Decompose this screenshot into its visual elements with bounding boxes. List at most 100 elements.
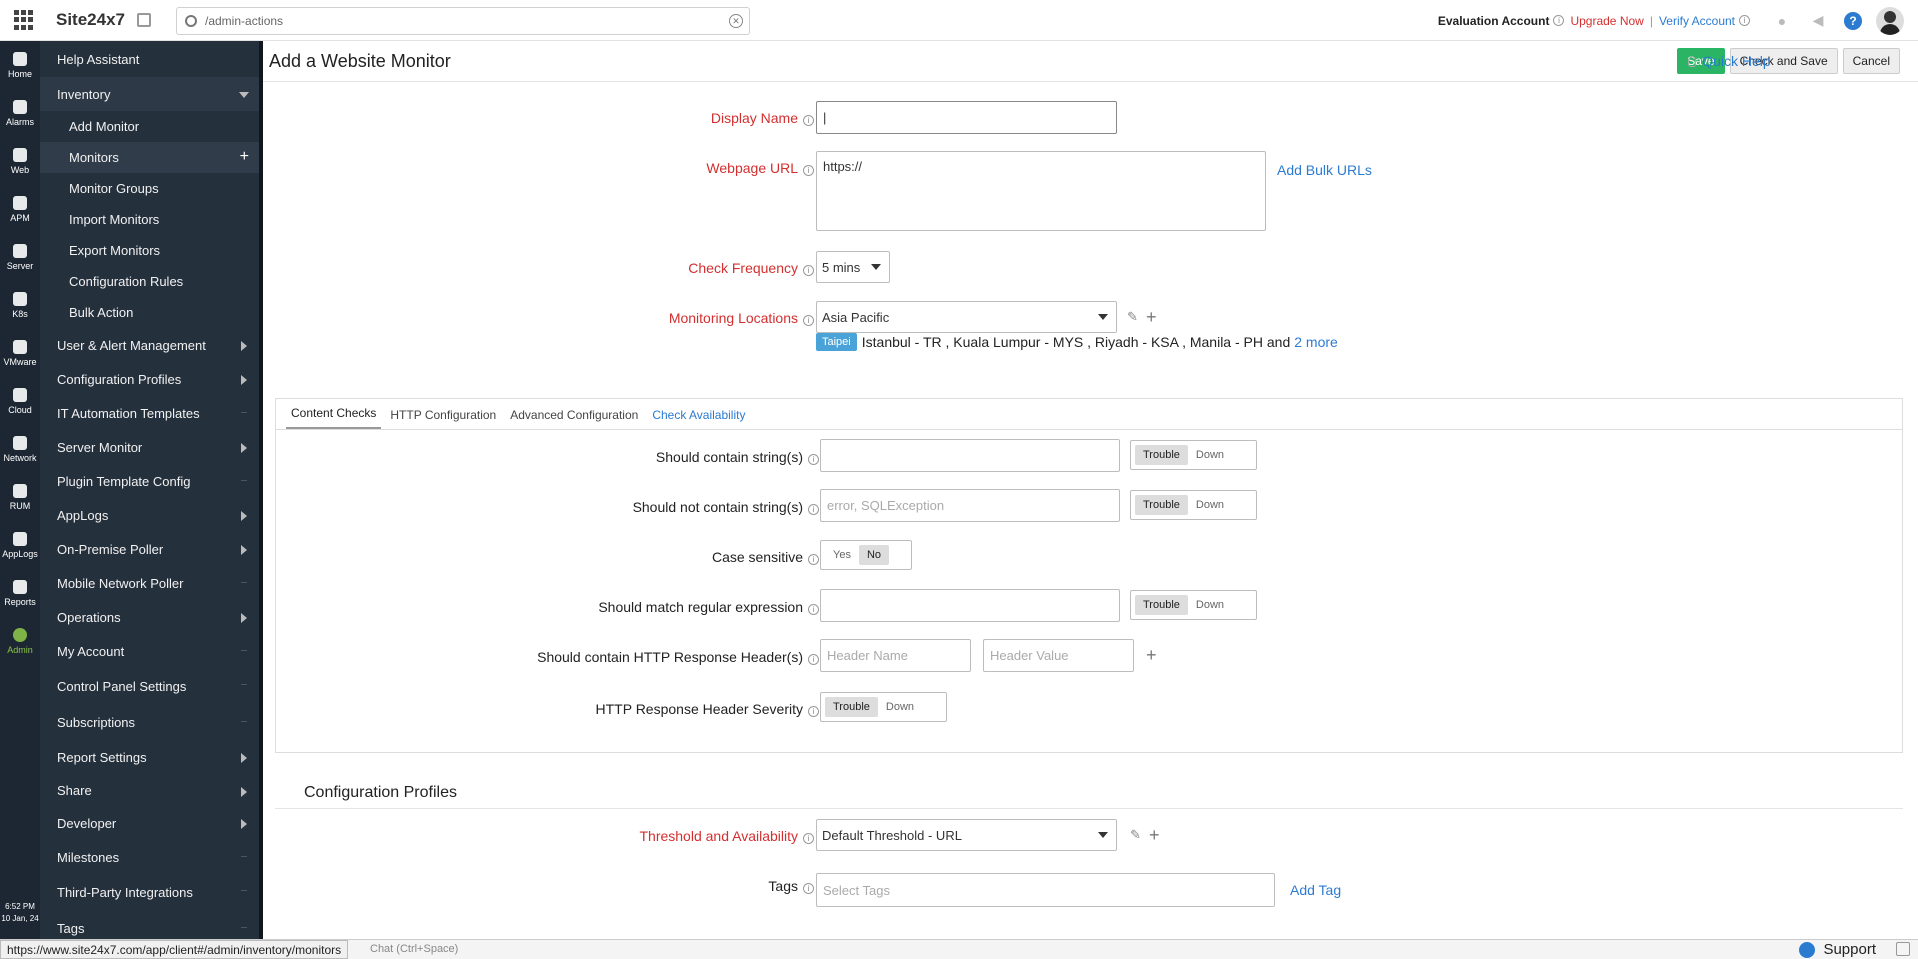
threshold-select[interactable]: Default Threshold - URL (816, 819, 1117, 851)
tab-content-checks[interactable]: Content Checks (286, 406, 382, 429)
edit-pencil-icon[interactable]: ✎ (1130, 827, 1141, 843)
sidebar-item-help-assistant[interactable]: Help Assistant (40, 41, 259, 77)
info-icon[interactable]: i (808, 504, 819, 515)
sidebar-item-it-automation-templates[interactable]: IT Automation Templates (40, 396, 259, 430)
rail-item-apm[interactable]: APM (0, 185, 40, 233)
info-icon[interactable]: i (803, 883, 814, 894)
rail-item-network[interactable]: Network (0, 425, 40, 473)
sidebar-item-bulk-action[interactable]: Bulk Action (40, 297, 259, 328)
rail-item-alarms[interactable]: Alarms (0, 89, 40, 137)
info-icon[interactable]: i (803, 833, 814, 844)
tab-advanced-configuration[interactable]: Advanced Configuration (505, 408, 643, 429)
search-bar[interactable]: ✕ (176, 7, 750, 35)
add-monitor-plus-icon[interactable]: + (240, 148, 249, 166)
sidebar-item-my-account[interactable]: My Account (40, 634, 259, 668)
search-input[interactable] (205, 14, 705, 28)
upgrade-now-link[interactable]: Upgrade Now (1570, 14, 1643, 28)
clear-search-icon[interactable]: ✕ (729, 14, 743, 28)
apps-grid-icon[interactable] (14, 10, 34, 30)
add-bulk-urls-link[interactable]: Add Bulk URLs (1277, 162, 1372, 178)
check-frequency-select[interactable]: 5 mins (816, 251, 890, 283)
info-icon[interactable]: i (808, 706, 819, 717)
rail-item-home[interactable]: Home (0, 41, 40, 89)
rail-item-server[interactable]: Server (0, 233, 40, 281)
notification-icon[interactable]: ● (1772, 11, 1792, 31)
info-icon[interactable]: i (808, 604, 819, 615)
rail-item-admin[interactable]: Admin (0, 617, 40, 665)
sidebar-item-share[interactable]: Share (40, 774, 259, 806)
info-icon[interactable]: i (803, 265, 814, 276)
sidebar-item-monitors[interactable]: Monitors + (40, 142, 259, 173)
chat-hint[interactable]: Chat (Ctrl+Space) (370, 943, 458, 955)
expand-icon[interactable] (137, 13, 151, 27)
sidebar-item-milestones[interactable]: Milestones (40, 840, 259, 874)
info-icon[interactable]: i (1739, 15, 1750, 26)
down-option[interactable]: Down (1188, 595, 1232, 615)
sidebar-item-on-premise-poller[interactable]: On-Premise Poller (40, 532, 259, 566)
info-icon[interactable]: i (808, 454, 819, 465)
display-name-field[interactable]: | (816, 101, 1117, 134)
info-icon[interactable]: i (808, 654, 819, 665)
sidebar-item-monitor-groups[interactable]: Monitor Groups (40, 173, 259, 204)
cancel-button[interactable]: Cancel (1842, 48, 1900, 74)
sidebar-item-add-monitor[interactable]: Add Monitor (40, 111, 259, 142)
sidebar-item-configuration-profiles[interactable]: Configuration Profiles (40, 362, 259, 396)
tab-http-configuration[interactable]: HTTP Configuration (385, 408, 501, 429)
rail-item-cloud[interactable]: Cloud (0, 377, 40, 425)
should-contain-severity-toggle[interactable]: Trouble Down (1130, 440, 1257, 470)
sidebar-item-control-panel-settings[interactable]: Control Panel Settings (40, 668, 259, 705)
info-icon[interactable]: i (803, 315, 814, 326)
announcement-icon[interactable]: ◀ (1808, 11, 1828, 31)
add-location-plus-icon[interactable]: + (1146, 308, 1157, 326)
rail-item-web[interactable]: Web (0, 137, 40, 185)
trouble-option[interactable]: Trouble (1135, 495, 1188, 515)
sidebar-item-subscriptions[interactable]: Subscriptions (40, 705, 259, 740)
sidebar-item-operations[interactable]: Operations (40, 600, 259, 634)
should-contain-input[interactable] (820, 439, 1120, 472)
rail-item-k8s[interactable]: K8s (0, 281, 40, 329)
sidebar-item-developer[interactable]: Developer (40, 806, 259, 840)
sidebar-item-third-party-integrations[interactable]: Third-Party Integrations (40, 874, 259, 911)
sidebar-item-mobile-network-poller[interactable]: Mobile Network Poller (40, 566, 259, 600)
sidebar-item-user-alert-management[interactable]: User & Alert Management (40, 328, 259, 362)
info-icon[interactable]: i (808, 554, 819, 565)
rail-item-applogs[interactable]: AppLogs (0, 521, 40, 569)
should-not-contain-severity-toggle[interactable]: Trouble Down (1130, 490, 1257, 520)
info-icon[interactable]: i (803, 115, 814, 126)
should-not-contain-input[interactable]: error, SQLException (820, 489, 1120, 522)
quick-help-link[interactable]: Quick Help (1688, 48, 1779, 74)
tab-check-availability[interactable]: Check Availability (647, 408, 750, 429)
window-icon[interactable] (1896, 942, 1910, 956)
down-option[interactable]: Down (1188, 495, 1232, 515)
trouble-option[interactable]: Trouble (1135, 595, 1188, 615)
case-sensitive-toggle[interactable]: Yes No (820, 540, 912, 570)
header-severity-toggle[interactable]: Trouble Down (820, 692, 947, 722)
avatar[interactable] (1876, 6, 1904, 35)
sidebar-item-plugin-template-config[interactable]: Plugin Template Config (40, 464, 259, 498)
regex-severity-toggle[interactable]: Trouble Down (1130, 590, 1257, 620)
down-option[interactable]: Down (1188, 445, 1232, 465)
info-icon[interactable]: i (803, 165, 814, 176)
trouble-option[interactable]: Trouble (1135, 445, 1188, 465)
trouble-option[interactable]: Trouble (825, 697, 878, 717)
sidebar-item-export-monitors[interactable]: Export Monitors (40, 235, 259, 266)
help-icon[interactable]: ? (1844, 11, 1862, 30)
header-name-input[interactable]: Header Name (820, 639, 971, 672)
rail-item-rum[interactable]: RUM (0, 473, 40, 521)
add-threshold-plus-icon[interactable]: + (1149, 826, 1160, 844)
sidebar-item-report-settings[interactable]: Report Settings (40, 740, 259, 774)
sidebar-item-import-monitors[interactable]: Import Monitors (40, 204, 259, 235)
sidebar-item-server-monitor[interactable]: Server Monitor (40, 430, 259, 464)
info-icon[interactable]: i (1553, 15, 1565, 26)
rail-item-reports[interactable]: Reports (0, 569, 40, 617)
more-locations-link[interactable]: 2 more (1294, 334, 1338, 350)
edit-pencil-icon[interactable]: ✎ (1127, 309, 1138, 325)
add-tag-link[interactable]: Add Tag (1290, 882, 1341, 898)
tags-select[interactable]: Select Tags (816, 873, 1275, 907)
site24x7-logo[interactable]: Site24x7 (56, 10, 125, 30)
monitoring-locations-select[interactable]: Asia Pacific (816, 301, 1117, 333)
rail-item-vmware[interactable]: VMware (0, 329, 40, 377)
verify-account-link[interactable]: Verify Account (1659, 14, 1735, 28)
no-option[interactable]: No (858, 545, 890, 565)
sidebar-item-applogs[interactable]: AppLogs (40, 498, 259, 532)
